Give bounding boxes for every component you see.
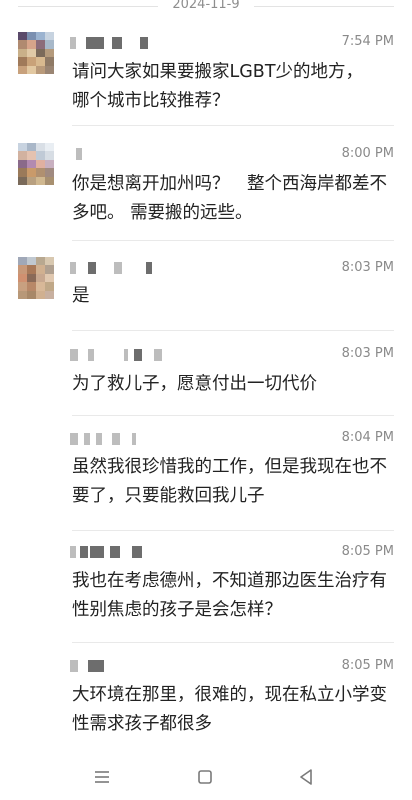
divider [72, 240, 394, 241]
message-text: 请问大家如果要搬家LGBT少的地方，哪个城市比较推荐？ [72, 62, 364, 111]
divider [72, 415, 394, 416]
message-time: 7:54 PM [341, 34, 394, 49]
menu-icon[interactable] [90, 765, 114, 789]
divider [72, 530, 394, 531]
message-time: 8:05 PM [341, 658, 394, 673]
blurred-avatar[interactable] [18, 143, 54, 185]
divider [72, 330, 394, 331]
message-time: 8:03 PM [341, 260, 394, 275]
message-text: 为了救儿子，愿意付出一切代价 [72, 374, 317, 394]
message-text: 大环境在那里，很难的，现在私立小学变性需求孩子都很多 [72, 685, 387, 734]
message-time: 8:00 PM [341, 146, 394, 161]
back-triangle-icon[interactable] [294, 765, 318, 789]
date-header: 2024-11-9 [0, 0, 412, 12]
divider [72, 642, 394, 643]
message-text: 虽然我很珍惜我的工作，但是我现在也不要了，只要能救回我儿子 [72, 457, 387, 506]
message-time: 8:03 PM [341, 346, 394, 361]
home-square-icon[interactable] [193, 765, 217, 789]
navigation-bar [0, 752, 412, 800]
blurred-avatar[interactable] [18, 257, 54, 299]
message-text: 你是想离开加州吗？ 整个西海岸都差不多吧。 需要搬的远些。 [72, 174, 387, 223]
blurred-avatar[interactable] [18, 32, 54, 74]
divider [72, 125, 394, 126]
message-time: 8:04 PM [341, 430, 394, 445]
message-text: 我也在考虑德州，不知道那边医生治疗有性别焦虑的孩子是会怎样？ [72, 571, 387, 620]
message-text: 是 [72, 286, 90, 306]
date-label: 2024-11-9 [172, 0, 240, 12]
message-time: 8:05 PM [341, 544, 394, 559]
